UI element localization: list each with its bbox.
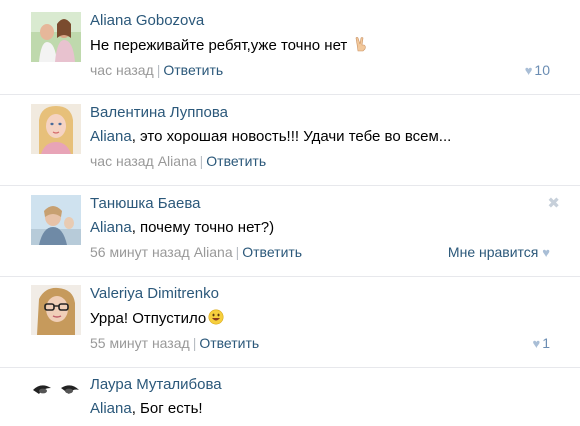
like-button[interactable]: Мне нравится ♥ [448, 243, 552, 262]
like-count: 1 [542, 335, 550, 351]
comment-item: ✖ Танюшка Баева Aliana, почему точно нет… [0, 185, 580, 277]
comment-item: Валентина Луппова Aliana, это хорошая но… [0, 94, 580, 186]
comment-author[interactable]: Лаура Муталибова [90, 376, 550, 394]
reply-button[interactable]: Ответить [242, 244, 302, 260]
heart-icon: ♥ [542, 245, 550, 260]
avatar[interactable] [31, 285, 81, 335]
comment-time[interactable]: час назад [90, 153, 154, 169]
smiley-emoji [208, 309, 224, 325]
victory-hand-emoji [356, 37, 367, 52]
avatar[interactable] [31, 195, 81, 245]
reply-button[interactable]: Ответить [163, 62, 223, 78]
divider: | [192, 335, 197, 351]
comment-text: Не переживайте ребят,уже точно нет [90, 36, 550, 55]
like-button[interactable]: ♥ 10 [525, 61, 550, 80]
divider: | [235, 244, 240, 260]
comment-time[interactable]: 56 минут назад [90, 244, 190, 260]
comment-time[interactable]: 55 минут назад [90, 335, 190, 351]
comment-item: Aliana Gobozova Не переживайте ребят,уже… [0, 0, 580, 95]
divider: | [199, 153, 204, 169]
heart-icon: ♥ [532, 336, 541, 351]
reply-to-link[interactable]: Aliana [158, 153, 197, 169]
reply-to-link[interactable]: Aliana [194, 244, 233, 260]
comment-text: Урра! Отпустило [90, 309, 550, 328]
avatar[interactable] [31, 104, 81, 154]
comment-author[interactable]: Танюшка Баева [90, 195, 550, 213]
comment-author[interactable]: Валентина Луппова [90, 104, 550, 122]
comments-list: Aliana Gobozova Не переживайте ребят,уже… [0, 0, 580, 426]
comment-meta: час назад Aliana | Ответить [90, 152, 550, 170]
heart-icon: ♥ [524, 63, 533, 78]
comment-text-content: , это хорошая новость!!! Удачи тебе во в… [131, 128, 452, 145]
comment-text: Aliana, это хорошая новость!!! Удачи теб… [90, 128, 550, 146]
avatar[interactable] [31, 376, 81, 426]
comment-author[interactable]: Aliana Gobozova [90, 12, 550, 30]
comment-text: Aliana, Бог есть! [90, 400, 550, 418]
comment-text-content: Урра! Отпустило [90, 310, 207, 327]
comment-text-content: Не переживайте ребят,уже точно нет [90, 37, 348, 54]
comment-item: Лаура Муталибова Aliana, Бог есть! [0, 367, 580, 426]
comment-text: Aliana, почему точно нет?) [90, 219, 550, 237]
mention-link[interactable]: Aliana [90, 219, 132, 236]
comment-text-content: , Бог есть! [131, 400, 203, 417]
like-button[interactable]: ♥ 1 [532, 334, 550, 353]
reply-button[interactable]: Ответить [206, 153, 266, 169]
comment-text-content: , почему точно нет?) [131, 219, 275, 236]
comment-item: Valeriya Dimitrenko Урра! Отпустило 55 м… [0, 276, 580, 368]
mention-link[interactable]: Aliana [90, 400, 132, 417]
comment-meta: 55 минут назад | Ответить ♥ 1 [90, 334, 550, 352]
like-count: 10 [534, 62, 550, 78]
divider: | [156, 62, 161, 78]
mention-link[interactable]: Aliana [90, 128, 132, 145]
reply-button[interactable]: Ответить [199, 335, 259, 351]
comment-author[interactable]: Valeriya Dimitrenko [90, 285, 550, 303]
avatar[interactable] [31, 12, 81, 62]
comment-meta: час назад | Ответить ♥ 10 [90, 61, 550, 79]
comment-meta: 56 минут назад Aliana | Ответить Мне нравит… [90, 243, 550, 261]
comment-time[interactable]: час назад [90, 62, 154, 78]
like-label: Мне нравится [447, 244, 539, 260]
